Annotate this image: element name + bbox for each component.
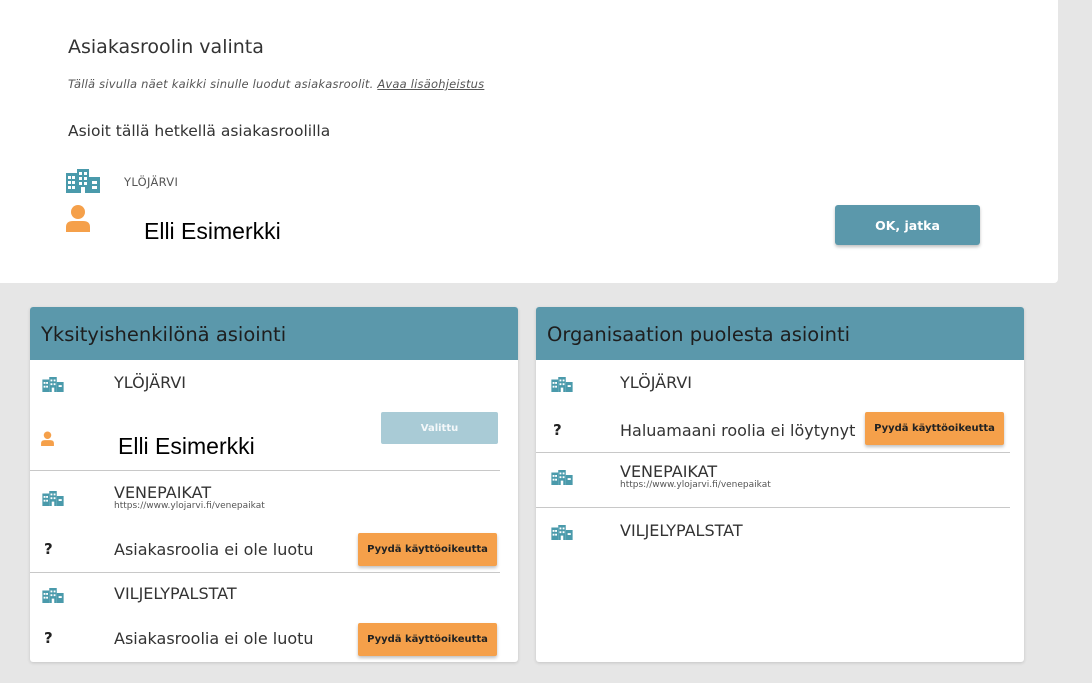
request-access-button[interactable]: Pyydä käyttöoikeutta xyxy=(358,533,497,566)
org-name: VENEPAIKAT xyxy=(620,462,718,481)
org-name: YLÖJÄRVI xyxy=(620,373,692,392)
help-link[interactable]: Avaa lisäohjeistus xyxy=(377,77,484,91)
question-icon: ? xyxy=(553,421,562,439)
building-icon xyxy=(66,169,100,197)
current-role-label: Asioit tällä hetkellä asiakasroolilla xyxy=(68,122,331,140)
org-name: VILJELYPALSTAT xyxy=(620,521,743,540)
panel-title: Organisaation puolesta asiointi xyxy=(536,307,1024,360)
selected-button[interactable]: Valittu xyxy=(381,412,498,444)
org-url: https://www.ylojarvi.fi/venepaikat xyxy=(620,480,771,490)
current-person-name: Elli Esimerkki xyxy=(144,218,281,244)
org-name: YLÖJÄRVI xyxy=(114,373,186,392)
building-icon xyxy=(551,377,573,396)
page-title: Asiakasroolin valinta xyxy=(68,36,264,58)
building-icon xyxy=(551,470,573,489)
org-name: VENEPAIKAT xyxy=(114,483,212,502)
page-description: Tällä sivulla näet kaikki sinulle luodut… xyxy=(68,77,484,91)
building-icon xyxy=(551,525,573,544)
org-url: https://www.ylojarvi.fi/venepaikat xyxy=(114,501,265,511)
divider xyxy=(536,452,1010,453)
request-access-button[interactable]: Pyydä käyttöoikeutta xyxy=(358,623,497,656)
building-icon xyxy=(42,491,64,510)
description-text: Tällä sivulla näet kaikki sinulle luodut… xyxy=(68,77,374,91)
org-name: VILJELYPALSTAT xyxy=(114,584,237,603)
request-access-button[interactable]: Pyydä käyttöoikeutta xyxy=(865,412,1004,445)
role-status: Asiakasroolia ei ole luotu xyxy=(114,629,314,648)
building-icon xyxy=(42,588,64,607)
person-name: Elli Esimerkki xyxy=(118,433,255,459)
scrollbar-track[interactable] xyxy=(1058,0,1092,683)
divider xyxy=(30,572,500,573)
divider xyxy=(30,470,500,471)
current-org-name: YLÖJÄRVI xyxy=(124,175,179,189)
private-customer-panel: Yksityishenkilönä asiointi YLÖJÄRVI Elli… xyxy=(30,307,518,662)
person-icon xyxy=(41,431,54,450)
panel-title: Yksityishenkilönä asiointi xyxy=(30,307,518,360)
ok-continue-button[interactable]: OK, jatka xyxy=(835,205,980,245)
organization-panel: Organisaation puolesta asiointi YLÖJÄRVI… xyxy=(536,307,1024,662)
question-icon: ? xyxy=(44,629,53,647)
role-status: Asiakasroolia ei ole luotu xyxy=(114,540,314,559)
question-icon: ? xyxy=(44,540,53,558)
building-icon xyxy=(42,377,64,396)
person-icon xyxy=(66,204,90,236)
role-selection-card: Asiakasroolin valinta Tällä sivulla näet… xyxy=(0,0,1058,283)
divider xyxy=(536,507,1010,508)
role-status: Haluamaani roolia ei löytynyt xyxy=(620,421,856,440)
